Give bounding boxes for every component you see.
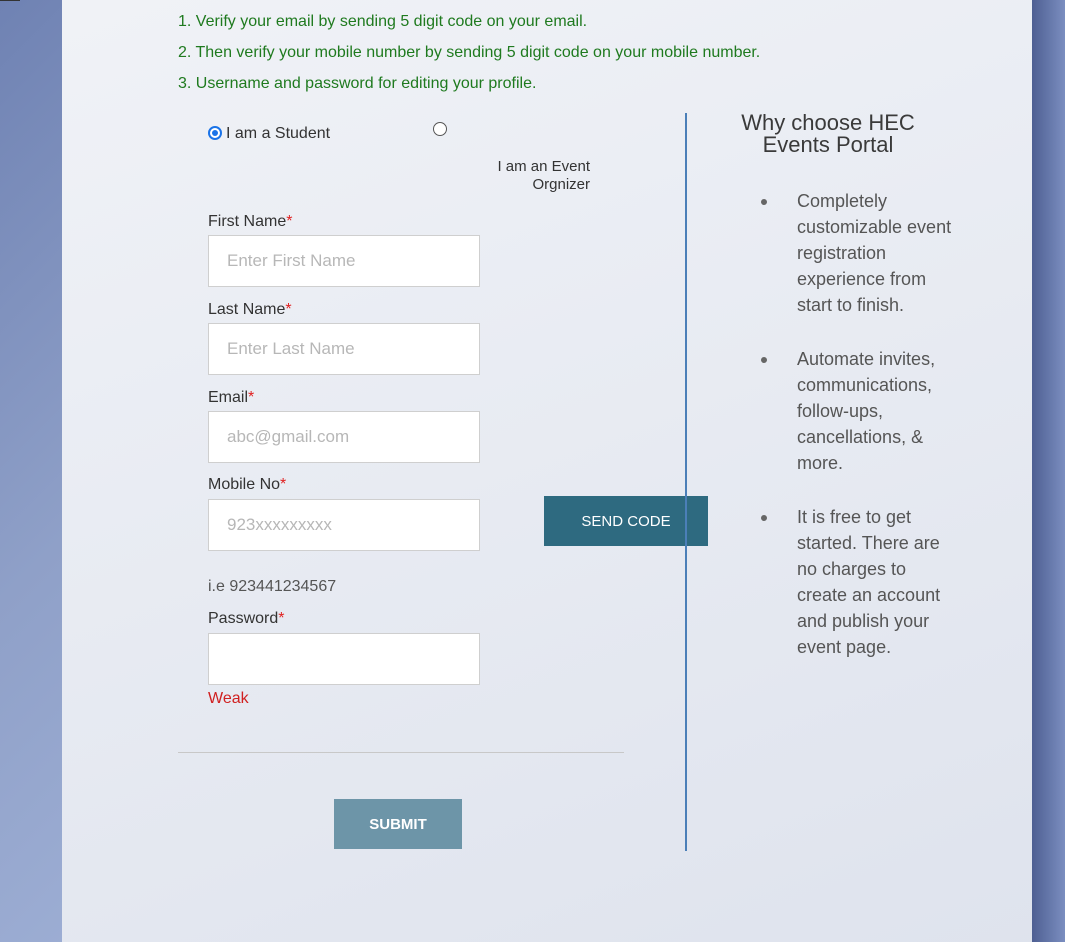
- email-label: Email*: [208, 389, 254, 407]
- organizer-label-line2: Orgnizer: [532, 176, 590, 193]
- bullet-icon: [761, 357, 767, 363]
- benefit-item: Completely customizable event registrati…: [753, 188, 957, 318]
- instruction-step-3: 3. Username and password for editing you…: [178, 75, 537, 92]
- required-asterisk: *: [280, 476, 287, 493]
- column-divider: [685, 113, 687, 851]
- registration-panel: 1. Verify your email by sending 5 digit …: [62, 0, 1032, 942]
- mobile-label: Mobile No*: [208, 476, 286, 494]
- benefit-item: Automate invites, communications, follow…: [753, 346, 957, 476]
- top-edge-line: [0, 0, 20, 1]
- student-radio-label: I am a Student: [226, 125, 331, 142]
- mobile-format-hint: i.e 923441234567: [208, 578, 337, 595]
- email-label-text: Email: [208, 389, 249, 406]
- organizer-radio[interactable]: [433, 122, 447, 136]
- why-title-line1: Why choose HEC: [741, 110, 915, 135]
- benefit-item: It is free to get started. There are no …: [753, 504, 957, 660]
- benefit-text: Automate invites, communications, follow…: [797, 349, 936, 473]
- first-name-input[interactable]: [208, 235, 480, 287]
- background-edge: [1032, 0, 1065, 942]
- last-name-label-text: Last Name: [208, 301, 286, 318]
- password-label-text: Password: [208, 610, 279, 627]
- email-input[interactable]: [208, 411, 480, 463]
- benefit-text: Completely customizable event registrati…: [797, 191, 952, 315]
- last-name-input[interactable]: [208, 323, 480, 375]
- password-label: Password*: [208, 610, 284, 628]
- submit-button[interactable]: SUBMIT: [334, 799, 462, 849]
- why-title-line2: Events Portal: [762, 132, 894, 157]
- student-radio[interactable]: [208, 126, 222, 140]
- why-choose-title: Why choose HEC Events Portal: [706, 112, 950, 156]
- bullet-icon: [761, 515, 767, 521]
- instructions-list: 1. Verify your email by sending 5 digit …: [178, 10, 760, 103]
- mobile-label-text: Mobile No: [208, 476, 281, 493]
- first-name-label-text: First Name: [208, 213, 287, 230]
- required-asterisk: *: [285, 301, 292, 318]
- required-asterisk: *: [278, 610, 285, 627]
- bullet-icon: [761, 199, 767, 205]
- last-name-label: Last Name*: [208, 301, 292, 319]
- password-strength: Weak: [208, 690, 249, 707]
- first-name-label: First Name*: [208, 213, 292, 231]
- instruction-step-1: 1. Verify your email by sending 5 digit …: [178, 13, 588, 30]
- form-divider: [178, 752, 624, 753]
- password-input[interactable]: [208, 633, 480, 685]
- benefit-text: It is free to get started. There are no …: [797, 507, 941, 657]
- organizer-radio-label: I am an Event Orgnizer: [442, 158, 590, 194]
- send-code-button[interactable]: SEND CODE: [544, 496, 708, 546]
- organizer-label-line1: I am an Event: [497, 158, 590, 175]
- required-asterisk: *: [286, 213, 293, 230]
- required-asterisk: *: [248, 389, 255, 406]
- mobile-input[interactable]: [208, 499, 480, 551]
- benefits-list: Completely customizable event registrati…: [753, 188, 957, 688]
- instruction-step-2: 2. Then verify your mobile number by sen…: [178, 44, 761, 61]
